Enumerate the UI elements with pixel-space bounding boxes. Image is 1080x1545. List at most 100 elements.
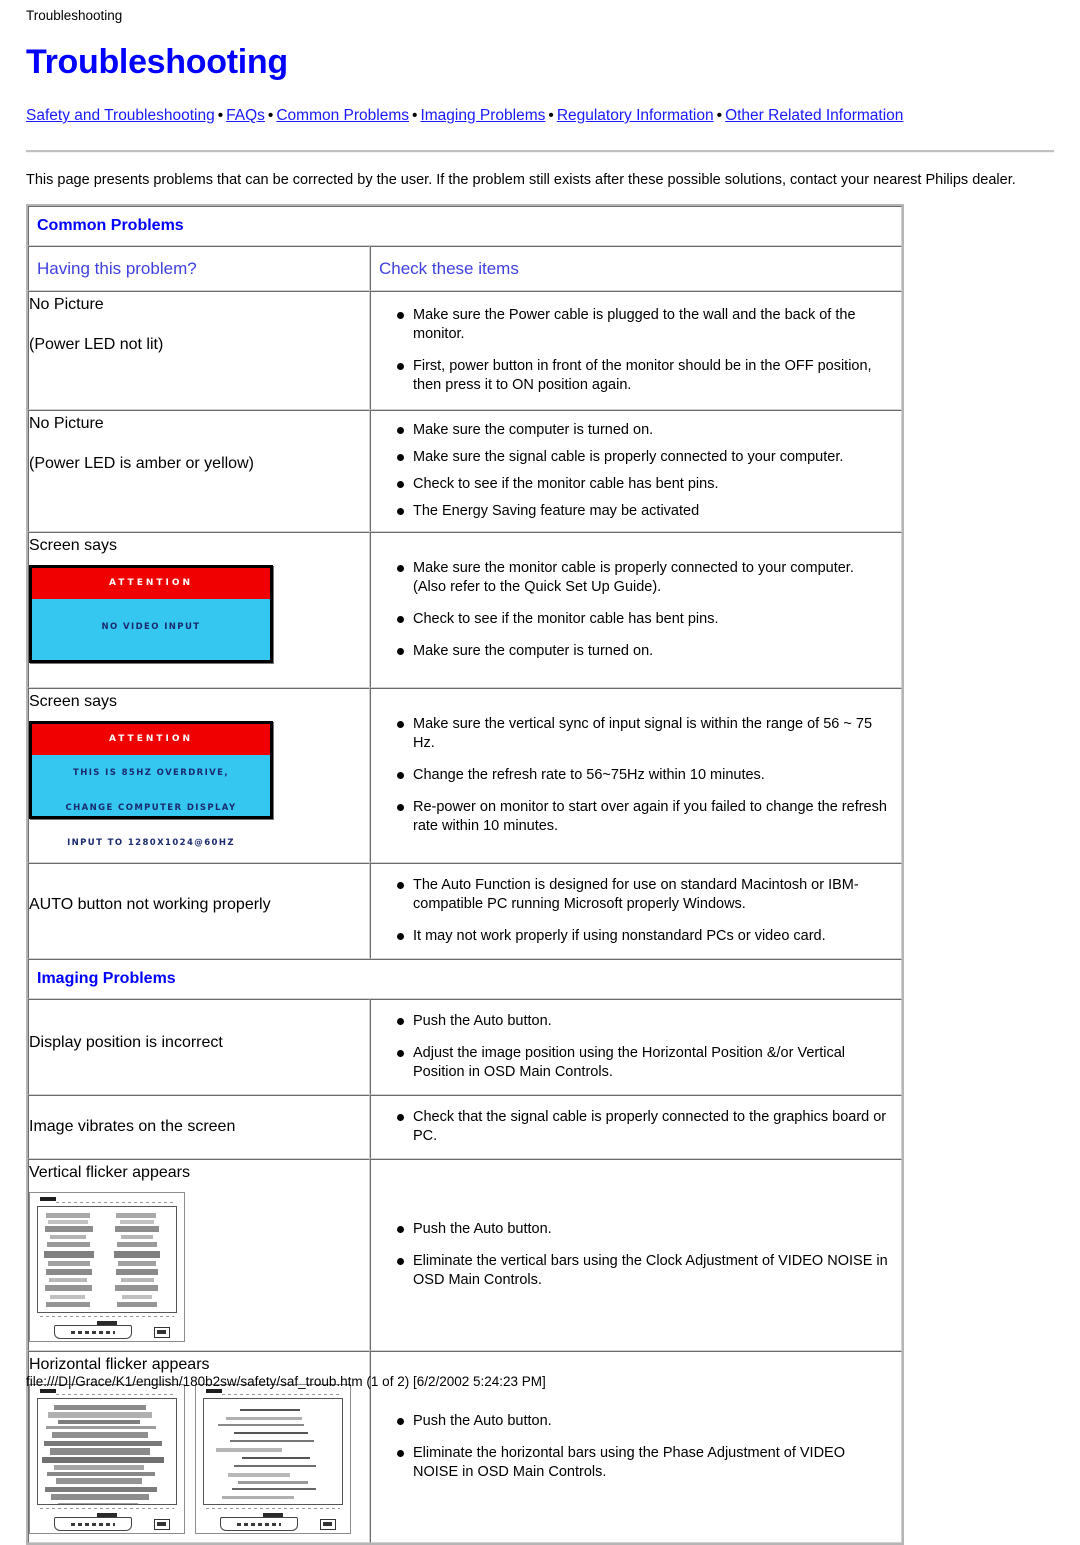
monitor-screen <box>203 1398 343 1505</box>
list-item: It may not work properly if using nonsta… <box>371 927 889 946</box>
intro-paragraph: This page presents problems that can be … <box>26 172 1016 188</box>
problem-text: Screen says <box>29 693 118 710</box>
monitor-top-vents <box>56 1394 174 1395</box>
osd-screenshot-overdrive: ATTENTION THIS IS 85HZ OVERDRIVE, CHANGE… <box>29 721 273 848</box>
table-row: Display position is incorrect Push the A… <box>28 999 902 1095</box>
nav-links: Safety and Troubleshooting • FAQs • Common P… <box>26 104 1006 128</box>
checks-list: Check that the signal cable is properly … <box>371 1096 901 1158</box>
list-item: Check to see if the monitor cable has be… <box>371 475 889 494</box>
problem-text: No Picture <box>29 296 104 313</box>
list-item: Make sure the computer is turned on. <box>371 642 889 661</box>
nav-link-safety-and-troubleshooting[interactable]: Safety and Troubleshooting <box>26 107 215 124</box>
osd-attention-bar: ATTENTION <box>32 568 270 599</box>
horizontal-divider <box>26 150 1054 153</box>
problem-cell-screen-says-overdrive: Screen says ATTENTION THIS IS 85HZ OVERD… <box>28 688 370 863</box>
table-row: No Picture (Power LED not lit) Make sure… <box>28 291 902 410</box>
column-header-checks-cell: Check these items <box>370 246 902 291</box>
checks-list: Push the Auto button. Eliminate the vert… <box>371 1160 901 1350</box>
troubleshooting-table: Common Problems Having this problem? Che… <box>26 204 904 1545</box>
monitor-bottom-vents <box>206 1508 340 1509</box>
monitor-top-tab <box>40 1389 56 1393</box>
monitor-power-led <box>154 1327 170 1338</box>
nav-link-regulatory-information[interactable]: Regulatory Information <box>557 107 714 124</box>
table-row: Vertical flicker appears Push the Auto b… <box>28 1159 902 1351</box>
list-item: Re-power on monitor to start over again … <box>371 798 889 836</box>
list-item: Change the refresh rate to 56~75Hz withi… <box>371 766 889 785</box>
list-item: Check that the signal cable is properly … <box>371 1108 889 1146</box>
list-item: Check to see if the monitor cable has be… <box>371 610 889 629</box>
crt-monitor-horizontal-noise-after-icon <box>195 1384 351 1534</box>
table-header-row: Having this problem? Check these items <box>28 246 902 291</box>
problem-cell-display-position: Display position is incorrect <box>28 999 370 1095</box>
nav-separator: • <box>267 107 274 124</box>
problem-text: Vertical flicker appears <box>29 1164 190 1181</box>
list-item: Make sure the monitor cable is properly … <box>371 559 889 597</box>
crt-monitor-vertical-noise-icon <box>29 1192 185 1342</box>
monitor-top-tab <box>40 1197 56 1201</box>
osd-message-line: CHANGE COMPUTER DISPLAY <box>65 803 237 813</box>
monitor-control-panel <box>54 1517 132 1531</box>
monitor-top-vents <box>56 1202 174 1203</box>
list-item: Make sure the computer is turned on. <box>371 421 889 440</box>
nav-separator: • <box>716 107 723 124</box>
list-item: Make sure the signal cable is properly c… <box>371 448 889 467</box>
monitor-control-panel <box>220 1517 298 1531</box>
monitor-control-panel <box>54 1325 132 1339</box>
breadcrumb: Troubleshooting <box>26 8 123 23</box>
monitor-top-vents <box>222 1394 340 1395</box>
page-root: Troubleshooting Troubleshooting Safety a… <box>0 0 1080 1545</box>
column-header-problem-cell: Having this problem? <box>28 246 370 291</box>
osd-message-block: THIS IS 85HZ OVERDRIVE, CHANGE COMPUTER … <box>32 760 270 865</box>
table-row: Common Problems <box>28 206 902 246</box>
checks-cell-vertical-flicker: Push the Auto button. Eliminate the vert… <box>370 1159 902 1351</box>
monitor-bottom-vents <box>40 1508 174 1509</box>
nav-link-other-related-information[interactable]: Other Related Information <box>725 107 903 124</box>
section-heading-imaging-problems: Imaging Problems <box>37 970 176 987</box>
common-problems-heading-cell: Common Problems <box>28 206 902 246</box>
crt-monitor-horizontal-noise-before-icon <box>29 1384 185 1534</box>
monitor-power-led <box>154 1519 170 1530</box>
checks-list: The Auto Function is designed for use on… <box>371 864 901 958</box>
problem-cell-auto-button: AUTO button not working properly <box>28 863 370 959</box>
osd-message-line: THIS IS 85HZ OVERDRIVE, <box>73 768 229 778</box>
list-item: Make sure the Power cable is plugged to … <box>371 306 889 344</box>
list-item: Push the Auto button. <box>371 1412 889 1431</box>
monitor-power-led <box>320 1519 336 1530</box>
checks-list: Make sure the vertical sync of input sig… <box>371 689 901 862</box>
checks-cell-image-vibrates: Check that the signal cable is properly … <box>370 1095 902 1159</box>
list-item: Adjust the image position using the Hori… <box>371 1044 889 1082</box>
page-title: Troubleshooting <box>26 43 288 81</box>
section-heading-common-problems: Common Problems <box>37 217 184 234</box>
table-row: Imaging Problems <box>28 959 902 999</box>
checks-cell-auto-button: The Auto Function is designed for use on… <box>370 863 902 959</box>
problem-cell-no-picture-led-amber: No Picture (Power LED is amber or yellow… <box>28 410 370 532</box>
problem-cell-vertical-flicker: Vertical flicker appears <box>28 1159 370 1351</box>
list-item: The Auto Function is designed for use on… <box>371 876 889 914</box>
list-item: Make sure the vertical sync of input sig… <box>371 715 889 753</box>
nav-separator: • <box>548 107 554 124</box>
nav-link-imaging-problems[interactable]: Imaging Problems <box>420 107 545 124</box>
checks-list: Make sure the monitor cable is properly … <box>371 533 901 687</box>
checks-list: Push the Auto button. Adjust the image p… <box>371 1000 901 1094</box>
checks-list: Make sure the computer is turned on. Mak… <box>371 411 901 531</box>
list-item: The Energy Saving feature may be activat… <box>371 502 889 521</box>
table-row: AUTO button not working properly The Aut… <box>28 863 902 959</box>
checks-cell-screen-says-overdrive: Make sure the vertical sync of input sig… <box>370 688 902 863</box>
monitor-screen <box>37 1398 177 1505</box>
problem-cell-image-vibrates: Image vibrates on the screen <box>28 1095 370 1159</box>
checks-cell-no-picture-led-off: Make sure the Power cable is plugged to … <box>370 291 902 410</box>
monitor-screen <box>37 1206 177 1313</box>
osd-screenshot-no-video-input: ATTENTION NO VIDEO INPUT <box>29 565 273 663</box>
list-item: Push the Auto button. <box>371 1012 889 1031</box>
column-header-problem: Having this problem? <box>37 259 197 278</box>
problem-text: (Power LED is amber or yellow) <box>29 455 254 472</box>
list-item: First, power button in front of the moni… <box>371 357 889 395</box>
problem-text: Display position is incorrect <box>29 1034 223 1051</box>
footer-path: file:///D|/Grace/K1/english/180b2sw/safe… <box>26 1374 546 1389</box>
nav-link-faqs[interactable]: FAQs <box>226 107 265 124</box>
osd-message-line: NO VIDEO INPUT <box>101 622 201 632</box>
nav-link-common-problems[interactable]: Common Problems <box>276 107 409 124</box>
table-row: Screen says ATTENTION NO VIDEO INPUT Mak… <box>28 532 902 688</box>
list-item: Eliminate the horizontal bars using the … <box>371 1444 889 1482</box>
problem-text: (Power LED not lit) <box>29 336 164 353</box>
